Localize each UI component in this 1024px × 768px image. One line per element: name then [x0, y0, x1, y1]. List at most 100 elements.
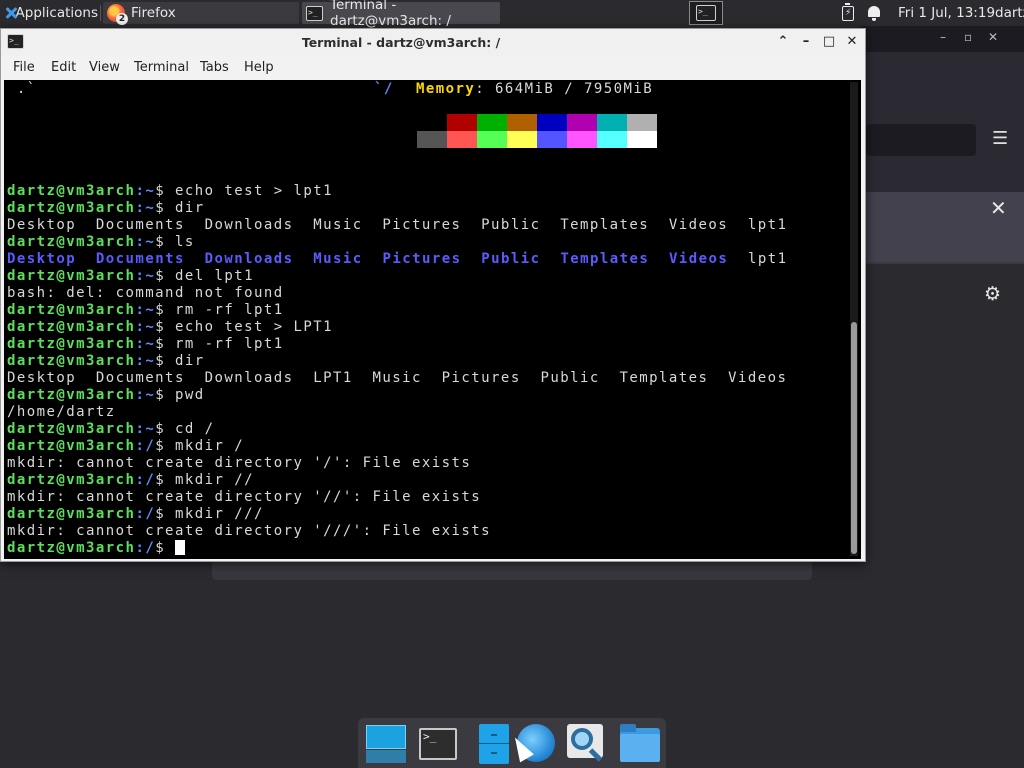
command-text: $ del lpt1: [155, 268, 254, 284]
hamburger-menu-icon[interactable]: ☰: [992, 130, 1008, 148]
prompt-path: :~: [135, 302, 156, 318]
dock-item-file-manager[interactable]: [466, 722, 510, 766]
clock[interactable]: Fri 1 Jul, 13:19: [898, 0, 995, 26]
menu-file[interactable]: File: [13, 60, 35, 75]
palette-swatch: [507, 131, 537, 148]
workspace-switcher[interactable]: >_: [689, 1, 723, 25]
menu-view[interactable]: View: [89, 60, 120, 75]
directory-entry: Downloads: [204, 251, 294, 267]
command-text: $ echo test > LPT1: [155, 319, 334, 335]
command-text: $: [155, 540, 175, 556]
command-line: dartz@vm3arch:/$ mkdir ///: [7, 506, 264, 523]
terminal-output[interactable]: .` `/ Memory: 664MiB / 7950MiB dartz@vm3ar…: [4, 80, 861, 559]
applications-label: Applications: [15, 5, 98, 21]
neofetch-art: .`: [7, 81, 37, 97]
firefox-url-bar[interactable]: [866, 124, 976, 156]
prompt-path: :~: [135, 353, 156, 369]
dock-item-home-folder[interactable]: [614, 722, 660, 766]
ls-output-line: Desktop Documents Downloads Music Pictur…: [7, 251, 788, 268]
output-line: Desktop Documents Downloads Music Pictur…: [7, 217, 788, 233]
command-line: dartz@vm3arch:~$ ls: [7, 234, 195, 251]
gear-icon[interactable]: ⚙: [984, 285, 1001, 304]
command-text: $ echo test > lpt1: [155, 183, 334, 199]
prompt-path: :~: [135, 319, 156, 335]
output-line: bash: del: command not found: [7, 285, 284, 301]
folder-tab: [620, 724, 636, 732]
maximize-icon[interactable]: ▫: [964, 30, 972, 44]
palette-swatch: [447, 131, 477, 148]
menu-tabs[interactable]: Tabs: [200, 60, 229, 75]
xfce-logo-icon: [4, 6, 13, 20]
file-cabinet-divider: [479, 743, 509, 744]
output-line: mkdir: cannot create directory '//': Fil…: [7, 489, 482, 505]
firefox-window[interactable]: – ▫ ✕ ☰ ✕: [860, 26, 1024, 262]
user-menu[interactable]: dartz: [995, 0, 1024, 26]
minimize-icon[interactable]: –: [940, 30, 946, 44]
scrollbar-thumb[interactable]: [851, 322, 857, 554]
notification-bell-icon[interactable]: [868, 6, 880, 21]
memory-info: Memory: 664MiB / 7950MiB: [416, 81, 653, 98]
command-text: $ mkdir ///: [155, 506, 264, 522]
terminal-window[interactable]: >_ Terminal - dartz@vm3arch: / ⌃ – □ ✕ F…: [0, 28, 866, 562]
output-line: mkdir: cannot create directory '/': File…: [7, 455, 472, 471]
command-line: dartz@vm3arch:~$ rm -rf lpt1: [7, 336, 284, 353]
terminal-titlebar[interactable]: >_ Terminal - dartz@vm3arch: / ⌃ – □ ✕: [1, 29, 865, 56]
prompt-user: dartz@vm3arch: [7, 506, 136, 522]
prompt-user: dartz@vm3arch: [7, 302, 136, 318]
palette-swatch: [537, 131, 567, 148]
close-button[interactable]: ✕: [843, 33, 861, 51]
prompt-path: :~: [135, 183, 156, 199]
shade-button[interactable]: ⌃: [774, 33, 792, 51]
taskbar-item-terminal[interactable]: >_ Terminal - dartz@vm3arch: /: [302, 0, 500, 29]
palette-swatch: [447, 114, 477, 131]
dock-item-app-finder[interactable]: [563, 722, 607, 766]
divider: [860, 262, 1024, 264]
close-icon[interactable]: ✕: [988, 30, 998, 44]
command-line: dartz@vm3arch:~$ dir: [7, 353, 205, 370]
dock: >_: [358, 718, 666, 768]
terminal-menubar: File Edit View Terminal Tabs Help: [1, 56, 865, 80]
palette-swatch: [567, 114, 597, 131]
menu-help[interactable]: Help: [244, 60, 274, 75]
prompt-path: :/: [135, 506, 156, 522]
directory-entry: Videos: [669, 251, 729, 267]
command-line: dartz@vm3arch:~$ pwd: [7, 387, 205, 404]
output-line: mkdir: cannot create directory '///': Fi…: [7, 523, 492, 539]
prompt-path: :~: [135, 268, 156, 284]
command-line: dartz@vm3arch:~$ del lpt1: [7, 268, 254, 285]
palette-swatch: [597, 131, 627, 148]
directory-entry: Pictures: [382, 251, 462, 267]
taskbar-item-firefox[interactable]: 2 Firefox: [103, 2, 299, 25]
scrollbar[interactable]: [850, 82, 858, 556]
command-line: dartz@vm3arch:~$ echo test > lpt1: [7, 183, 333, 200]
menu-terminal[interactable]: Terminal: [134, 60, 189, 75]
prompt-user: dartz@vm3arch: [7, 200, 136, 216]
applications-menu-button[interactable]: Applications: [0, 0, 98, 26]
dock-item-web-browser[interactable]: [508, 722, 555, 766]
prompt-path: :~: [135, 387, 156, 403]
neofetch-art: `/: [374, 81, 394, 97]
prompt-path: :~: [135, 421, 156, 437]
firefox-titlebar[interactable]: – ▫ ✕: [860, 26, 1024, 52]
menu-edit[interactable]: Edit: [51, 60, 76, 75]
taskbar-item-label: Terminal - dartz@vm3arch: /: [330, 0, 451, 29]
palette-swatch: [417, 114, 447, 131]
palette-swatch: [477, 114, 507, 131]
command-line: dartz@vm3arch:/$ mkdir /: [7, 438, 244, 455]
command-line: dartz@vm3arch:/$ mkdir //: [7, 472, 254, 489]
prompt-user: dartz@vm3arch: [7, 183, 136, 199]
terminal-icon: >_: [696, 5, 716, 21]
dock-item-terminal[interactable]: >_: [416, 722, 460, 766]
top-panel: Applications 2 Firefox >_ Terminal - dar…: [0, 0, 1024, 29]
battery-icon[interactable]: ⚡: [842, 3, 854, 21]
prompt-path: :/: [135, 540, 156, 556]
output-line: Desktop Documents Downloads LPT1 Music P…: [7, 370, 788, 386]
prompt-path: :~: [135, 200, 156, 216]
prompt-user: dartz@vm3arch: [7, 540, 136, 556]
taskbar-item-label: Firefox: [131, 5, 176, 21]
dock-item-show-desktop[interactable]: [361, 722, 406, 766]
minimize-button[interactable]: –: [797, 33, 815, 51]
firefox-icon: 2: [107, 4, 128, 25]
maximize-button[interactable]: □: [820, 33, 838, 51]
close-icon[interactable]: ✕: [990, 198, 1007, 218]
